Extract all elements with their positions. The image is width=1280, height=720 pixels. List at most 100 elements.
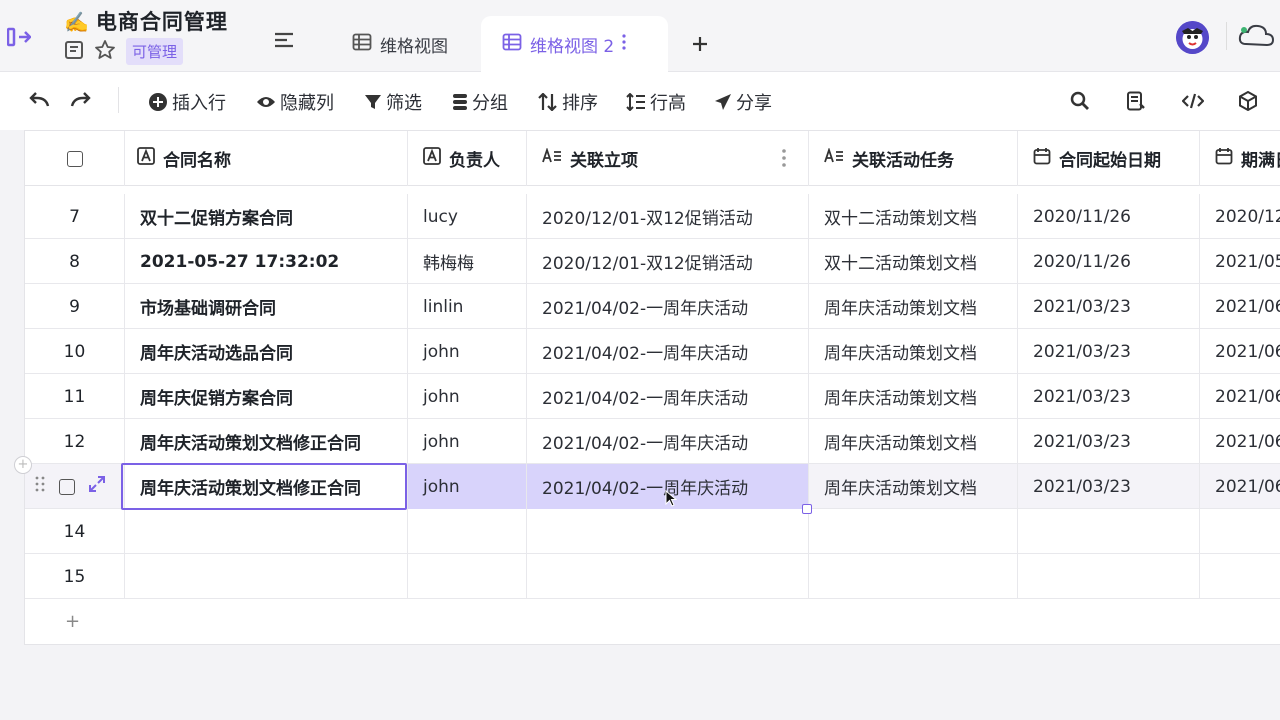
cell-end[interactable]: 2021/06/3 <box>1200 284 1280 329</box>
fill-handle[interactable] <box>802 504 812 514</box>
column-header-task[interactable]: 关联活动任务 <box>809 131 1018 186</box>
cell-start[interactable]: 2020/11/26 <box>1018 239 1200 284</box>
cell-idx[interactable]: 14 <box>25 509 125 554</box>
cell-idx[interactable]: 8 <box>25 239 125 284</box>
cell-name[interactable]: 周年庆活动选品合同 <box>125 329 408 374</box>
column-header-start-date[interactable]: 合同起始日期 <box>1018 131 1200 186</box>
add-view-icon[interactable] <box>692 30 708 58</box>
table-row[interactable]: 15 <box>25 554 1280 599</box>
tab-view-1[interactable]: 维格视图 <box>352 16 448 72</box>
cell-project[interactable]: 2020/12/01-双12促销活动 <box>527 239 809 284</box>
cell-end[interactable] <box>1200 554 1280 599</box>
user-avatar[interactable] <box>1176 21 1209 54</box>
select-all-checkbox[interactable] <box>66 150 83 167</box>
cell-task[interactable]: 周年庆活动策划文档 <box>809 374 1018 419</box>
table-row[interactable]: 8 2021-05-27 17:32:02 韩梅梅 2020/12/01-双12促销活… <box>25 239 1280 284</box>
cell-project[interactable]: 2020/12/01-双12促销活动 <box>527 194 809 239</box>
cell-task[interactable]: 周年庆活动策划文档 <box>809 284 1018 329</box>
drag-handle-icon[interactable] <box>35 476 45 497</box>
cell-idx[interactable]: 15 <box>25 554 125 599</box>
cell-task[interactable]: 双十二活动策划文档 <box>809 194 1018 239</box>
description-icon[interactable] <box>64 40 84 64</box>
cell-start[interactable]: 2021/03/23 <box>1018 374 1200 419</box>
redo-icon[interactable] <box>70 91 92 109</box>
cell-end[interactable]: 2020/12/3 <box>1200 194 1280 239</box>
cell-name[interactable] <box>125 554 408 599</box>
insert-row-plus-icon[interactable]: + <box>14 456 32 474</box>
row-height-button[interactable]: 行高 <box>626 89 686 115</box>
cell-owner[interactable]: john <box>408 419 527 464</box>
cell-name[interactable]: 周年庆活动策划文档修正合同 <box>125 419 408 464</box>
cell-owner[interactable]: linlin <box>408 284 527 329</box>
cell-project[interactable] <box>527 554 809 599</box>
cell-start[interactable]: 2020/11/26 <box>1018 194 1200 239</box>
column-header-name[interactable]: 合同名称 <box>125 131 408 186</box>
cell-name[interactable]: 周年庆活动策划文档修正合同 <box>125 464 408 509</box>
cell-start[interactable]: 2021/03/23 <box>1018 329 1200 374</box>
cell-idx[interactable]: 12 <box>25 419 125 464</box>
table-row[interactable]: 14 <box>25 509 1280 554</box>
add-row-button[interactable]: + <box>25 601 1280 644</box>
table-row[interactable]: 12 周年庆活动策划文档修正合同 john 2021/04/02-一周年庆活动 周年庆活… <box>25 419 1280 464</box>
cell-owner[interactable]: john <box>408 464 527 509</box>
table-row[interactable]: 9 市场基础调研合同 linlin 2021/04/02-一周年庆活动 周年庆活动策划文… <box>25 284 1280 329</box>
cell-owner[interactable]: lucy <box>408 194 527 239</box>
cell-project[interactable]: 2021/04/02-一周年庆活动 <box>527 284 809 329</box>
cell-task[interactable] <box>809 554 1018 599</box>
cell-name[interactable]: 2021-05-27 17:32:02 <box>125 239 408 284</box>
undo-icon[interactable] <box>28 91 50 109</box>
sort-button[interactable]: 排序 <box>538 89 598 115</box>
cell-start[interactable]: 2021/03/23 <box>1018 419 1200 464</box>
cell-end[interactable]: 2021/06/3 <box>1200 464 1280 509</box>
cell-end[interactable]: 2021/06/3 <box>1200 374 1280 419</box>
group-button[interactable]: 分组 <box>452 89 508 115</box>
column-header-project[interactable]: 关联立项 <box>527 131 809 186</box>
cell-name[interactable]: 周年庆促销方案合同 <box>125 374 408 419</box>
cell-end[interactable]: 2021/06/3 <box>1200 419 1280 464</box>
column-header-end-date[interactable]: 期满日期 <box>1200 131 1280 186</box>
cell-idx[interactable] <box>25 464 125 509</box>
cell-end[interactable]: 2021/05/3 <box>1200 239 1280 284</box>
cell-owner[interactable] <box>408 554 527 599</box>
view-menu-icon[interactable] <box>274 32 294 52</box>
tab-view-2[interactable]: 维格视图 2 <box>481 16 668 72</box>
cell-task[interactable] <box>809 509 1018 554</box>
code-icon[interactable] <box>1181 91 1205 115</box>
table-row[interactable]: 7 双十二促销方案合同 lucy 2020/12/01-双12促销活动 双十二活动策划文… <box>25 194 1280 239</box>
cell-end[interactable] <box>1200 509 1280 554</box>
cell-end[interactable]: 2021/06/3 <box>1200 329 1280 374</box>
cell-owner[interactable]: 韩梅梅 <box>408 239 527 284</box>
insert-row-button[interactable]: 插入行 <box>148 89 226 115</box>
cell-idx[interactable]: 7 <box>25 194 125 239</box>
table-row[interactable]: 11 周年庆促销方案合同 john 2021/04/02-一周年庆活动 周年庆活动策划文… <box>25 374 1280 419</box>
cell-task[interactable]: 周年庆活动策划文档 <box>809 464 1018 509</box>
sidebar-toggle-icon[interactable] <box>0 14 38 60</box>
cell-project[interactable]: 2021/04/02-一周年庆活动 <box>527 329 809 374</box>
cell-start[interactable] <box>1018 554 1200 599</box>
hide-columns-button[interactable]: 隐藏列 <box>256 89 334 115</box>
cell-name[interactable] <box>125 509 408 554</box>
filter-button[interactable]: 筛选 <box>364 89 422 115</box>
form-icon[interactable] <box>1126 91 1146 115</box>
cell-owner[interactable] <box>408 509 527 554</box>
cell-task[interactable]: 周年庆活动策划文档 <box>809 419 1018 464</box>
column-header-owner[interactable]: 负责人 <box>408 131 527 186</box>
table-row[interactable]: 周年庆活动策划文档修正合同 john 2021/04/02-一周年庆活动 周年庆活动策… <box>25 464 1280 509</box>
cell-owner[interactable]: john <box>408 374 527 419</box>
cell-idx[interactable]: 9 <box>25 284 125 329</box>
cell-task[interactable]: 双十二活动策划文档 <box>809 239 1018 284</box>
expand-record-icon[interactable] <box>89 476 105 497</box>
cell-start[interactable]: 2021/03/23 <box>1018 464 1200 509</box>
search-icon[interactable] <box>1070 91 1090 115</box>
cloud-sync-icon[interactable] <box>1236 22 1276 54</box>
cell-task[interactable]: 周年庆活动策划文档 <box>809 329 1018 374</box>
table-row[interactable]: 10 周年庆活动选品合同 john 2021/04/02-一周年庆活动 周年庆活动策划文… <box>25 329 1280 374</box>
cell-project[interactable] <box>527 509 809 554</box>
cell-project[interactable]: 2021/04/02-一周年庆活动 <box>527 419 809 464</box>
cell-project[interactable]: 2021/04/02-一周年庆活动 <box>527 374 809 419</box>
star-icon[interactable] <box>94 39 116 65</box>
cell-idx[interactable]: 11 <box>25 374 125 419</box>
cell-name[interactable]: 市场基础调研合同 <box>125 284 408 329</box>
cell-name[interactable]: 双十二促销方案合同 <box>125 194 408 239</box>
row-checkbox[interactable] <box>59 478 75 495</box>
